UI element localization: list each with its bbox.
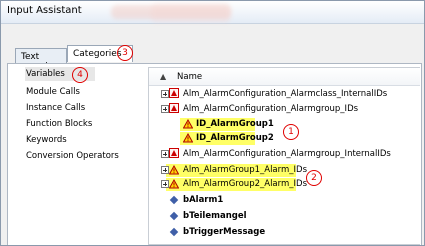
tree-row-label: Alm_AlarmGroup1_Alarm_IDs (183, 165, 307, 175)
name-tree: ▲ Name Alm_AlarmConfiguration_Alarmclass… (148, 67, 420, 245)
tree-row-label: bTeilemangel (183, 211, 247, 221)
tree-row[interactable]: bTriggerMessage (149, 225, 420, 239)
input-assistant-window: Input Assistant Text search Categories 3… (0, 0, 425, 246)
category-item-keywords[interactable]: Keywords (26, 135, 67, 145)
tree-row-label: Alm_AlarmConfiguration_Alarmgroup_Intern… (183, 149, 391, 159)
tree-row-label: Alm_AlarmConfiguration_Alarmgroup_IDs (183, 104, 359, 114)
expand-icon[interactable] (161, 180, 169, 188)
window-title: Input Assistant (7, 5, 82, 16)
tree-row-label: Alm_AlarmConfiguration_Alarmclass_Intern… (183, 89, 388, 99)
tree-row-label: ID_AlarmGroup2 (196, 133, 274, 143)
annotation-badge: 3 (117, 45, 133, 61)
header-name-label: Name (177, 72, 203, 82)
tree-row[interactable]: Alm_AlarmConfiguration_Alarmgroup_Intern… (149, 147, 420, 161)
category-list: Variables 4 Module Calls Instance Calls … (19, 67, 141, 243)
tree-row[interactable]: Alm_AlarmGroup2_Alarm_IDs (149, 177, 420, 191)
tree-row[interactable]: bTeilemangel (149, 209, 420, 223)
expand-icon[interactable] (161, 166, 169, 174)
title-bar: Input Assistant (1, 1, 424, 24)
warning-triangle-icon (183, 133, 193, 143)
annotation-badge: 4 (72, 67, 88, 83)
tree-row[interactable]: Alm_AlarmConfiguration_Alarmgroup_IDs (149, 102, 420, 116)
tree-row-label: Alm_AlarmGroup2_Alarm_IDs (183, 179, 307, 189)
annotation-badge: 2 (306, 170, 322, 186)
category-item-conversion-operators[interactable]: Conversion Operators (26, 151, 119, 161)
expand-icon[interactable] (161, 150, 169, 158)
annotation-badge: 1 (283, 124, 299, 140)
tree-row[interactable]: Alm_AlarmConfiguration_Alarmclass_Intern… (149, 87, 420, 101)
red-flag-icon (169, 88, 179, 98)
tree-row-label: bTriggerMessage (183, 227, 266, 237)
variable-diamond-icon (169, 211, 179, 221)
category-item-function-blocks[interactable]: Function Blocks (26, 119, 92, 129)
category-item-module-calls[interactable]: Module Calls (26, 87, 80, 97)
tree-row-label: bAlarm1 (183, 195, 224, 205)
collapse-icon[interactable] (161, 105, 169, 113)
tree-row[interactable]: bAlarm1 (149, 193, 420, 207)
red-flag-icon (169, 103, 179, 113)
category-item-label: Variables (26, 69, 65, 79)
tree-row[interactable]: Alm_AlarmGroup1_Alarm_IDs (149, 163, 420, 177)
variable-diamond-icon (169, 227, 179, 237)
warning-triangle-icon (169, 179, 179, 189)
red-flag-icon (169, 148, 179, 158)
expand-icon[interactable] (161, 90, 169, 98)
category-item-instance-calls[interactable]: Instance Calls (26, 103, 85, 113)
tree-header[interactable]: ▲ Name (149, 68, 420, 86)
sort-up-icon: ▲ (160, 72, 167, 81)
tree-row-label: ID_AlarmGroup1 (196, 119, 274, 129)
variable-diamond-icon (169, 195, 179, 205)
warning-triangle-icon (169, 165, 179, 175)
blurred-overlay (151, 3, 231, 23)
warning-triangle-icon (183, 119, 193, 129)
